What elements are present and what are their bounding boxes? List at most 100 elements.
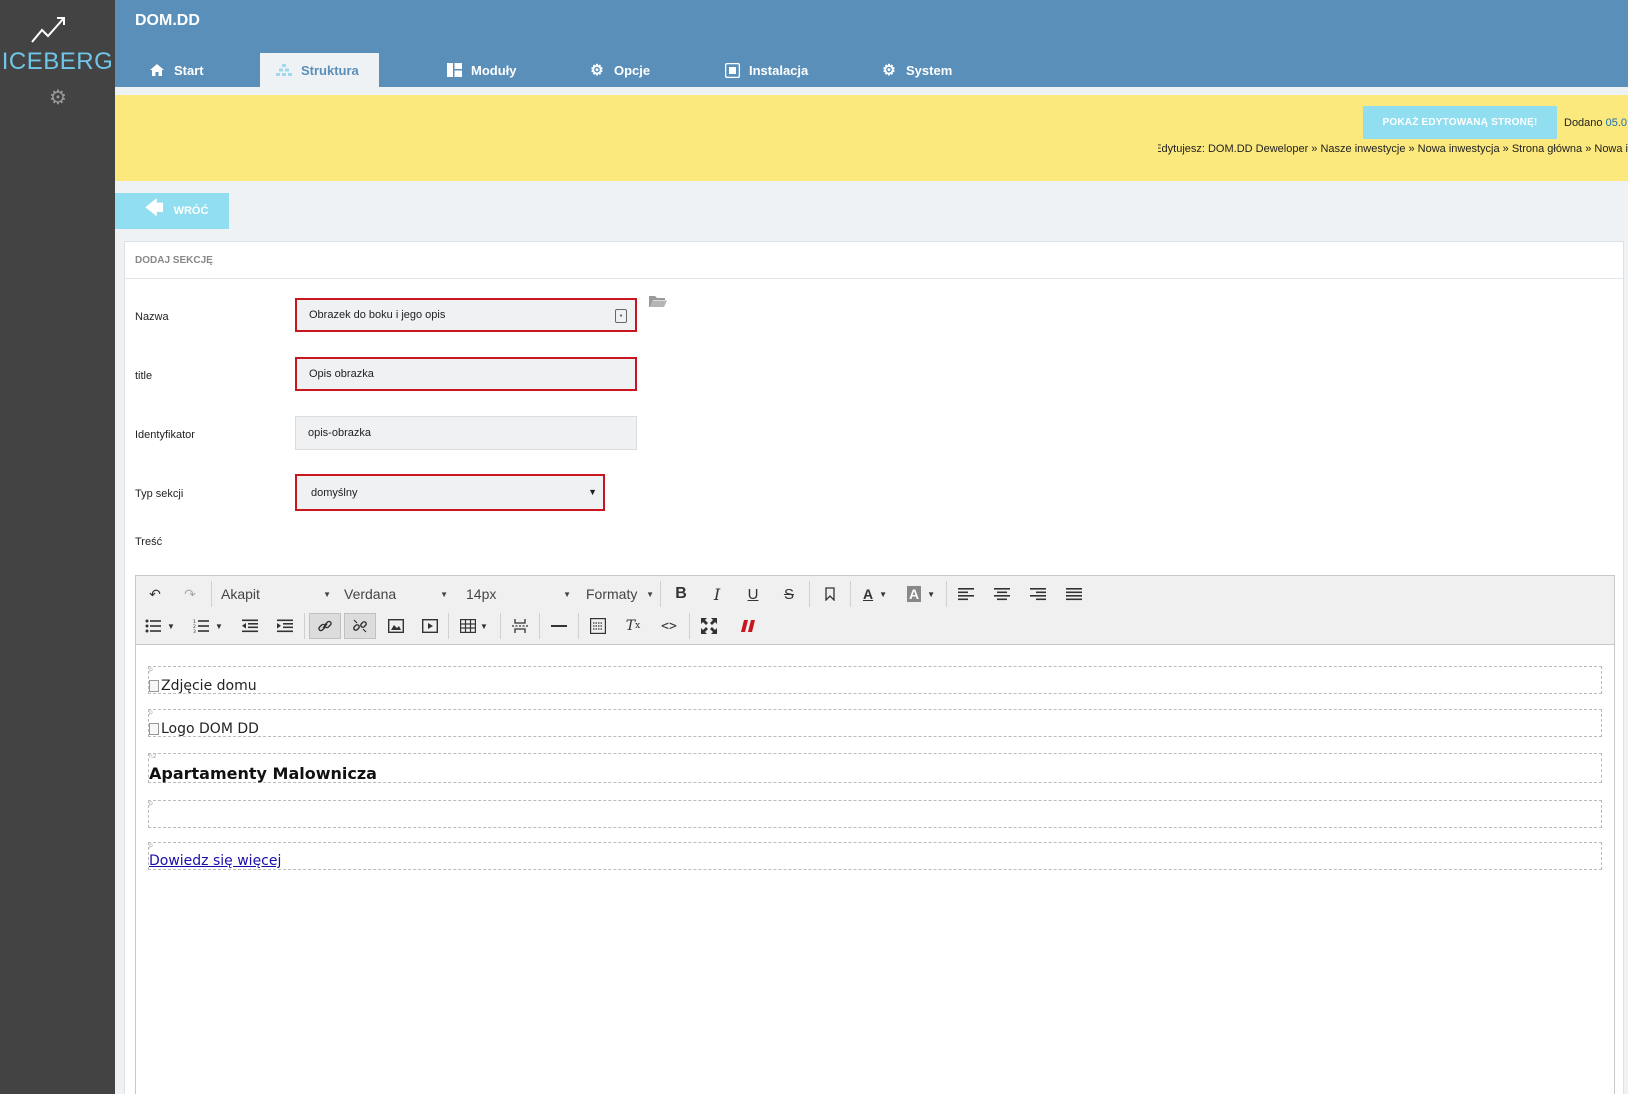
bookmark-icon[interactable] — [816, 581, 844, 607]
text-color-icon[interactable]: A ▼ — [855, 581, 895, 607]
toolbar-separator — [809, 581, 810, 607]
calculator-icon[interactable]: ▪ — [615, 309, 627, 323]
content-label: Treść — [135, 536, 163, 548]
broken-image-icon — [149, 680, 159, 692]
identifier-field[interactable]: opis-obrazka — [295, 416, 637, 450]
block-tag: p — [149, 842, 153, 849]
show-edited-page-button[interactable]: POKAŻ EDYTOWANĄ STRONĘ! — [1363, 106, 1557, 139]
align-justify-icon[interactable] — [1060, 581, 1088, 607]
formats-select[interactable]: Formaty ▼ — [586, 581, 654, 607]
align-left-icon[interactable] — [952, 581, 980, 607]
empty-paragraph-block[interactable]: p — [148, 800, 1602, 828]
arrow-left-icon: 🡄 — [145, 198, 164, 218]
redo-icon[interactable]: ↷ — [176, 581, 204, 607]
format-select-value: Akapit — [221, 586, 260, 602]
indent-icon[interactable] — [271, 613, 299, 639]
learn-more-link[interactable]: Dowiedz się więcej — [149, 853, 281, 869]
paragraph-block[interactable]: p Logo DOM DD — [148, 709, 1602, 737]
link-icon[interactable] — [309, 613, 341, 639]
tab-struktura[interactable]: Struktura — [260, 53, 379, 87]
editor-content-area[interactable]: p Zdjęcie domu p Logo DOM DD h2 Apartame… — [136, 645, 1614, 1094]
outdent-icon[interactable] — [236, 613, 264, 639]
tab-moduly[interactable]: Moduły — [430, 53, 533, 87]
numbered-list-icon[interactable]: 123 ▼ — [189, 613, 227, 639]
install-icon — [724, 62, 740, 78]
title-field[interactable]: Opis obrazka — [295, 357, 637, 391]
added-date-text: Dodano 05.0 — [1564, 117, 1627, 129]
heading-block[interactable]: h2 Apartamenty Malownicza — [148, 753, 1602, 783]
background-color-icon[interactable]: A ▼ — [901, 581, 941, 607]
table-icon[interactable]: ▼ — [454, 613, 494, 639]
image-icon[interactable] — [382, 613, 410, 639]
name-field[interactable]: Obrazek do boku i jego opis ▪ — [295, 298, 637, 332]
title-field-value: Opis obrazka — [309, 368, 374, 380]
edit-notice-bar: POKAŻ EDYTOWANĄ STRONĘ! Dodano 05.0 Edyt… — [115, 95, 1628, 181]
format-select[interactable]: Akapit ▼ — [221, 581, 331, 607]
tab-label: Struktura — [301, 62, 359, 78]
caret-down-icon: ▼ — [588, 487, 597, 497]
breadcrumb[interactable]: Edytujesz: DOM.DD Deweloper » Nasze inwe… — [1158, 143, 1628, 155]
align-center-icon[interactable] — [988, 581, 1016, 607]
italic-icon[interactable]: I — [703, 581, 731, 607]
editor-toolbar: ↶ ↷ Akapit ▼ Verdana ▼ 14px ▼ Formaty ▼ B I … — [136, 576, 1614, 645]
undo-icon[interactable]: ↶ — [141, 581, 169, 607]
chart-line-icon — [31, 17, 65, 43]
visual-blocks-icon[interactable] — [584, 613, 612, 639]
title-label: title — [135, 370, 153, 382]
toolbar-separator — [660, 581, 661, 607]
section-type-select[interactable]: domyślny ▼ — [295, 474, 605, 511]
underline-icon[interactable]: U — [739, 581, 767, 607]
logo-image[interactable]: Logo DOM DD — [149, 721, 259, 737]
formats-value: Formaty — [586, 586, 638, 602]
caret-down-icon: ▼ — [563, 589, 571, 599]
logo-text[interactable]: ICEBERG — [0, 48, 115, 76]
tab-opcje[interactable]: ⚙ Opcje — [573, 53, 666, 87]
horizontal-rule-icon[interactable] — [545, 613, 573, 639]
house-photo-image[interactable]: Zdjęcie domu — [149, 678, 257, 694]
caret-down-icon: ▼ — [440, 589, 448, 599]
strikethrough-icon[interactable]: S — [775, 581, 803, 607]
toolbar-separator — [500, 613, 501, 639]
panel-heading: DODAJ SEKCJĘ — [125, 242, 1623, 279]
toolbar-separator — [448, 613, 449, 639]
toolbar-separator — [689, 613, 690, 639]
font-size-select[interactable]: 14px ▼ — [466, 581, 571, 607]
bullet-list-icon[interactable]: ▼ — [141, 613, 179, 639]
tab-label: Opcje — [614, 62, 651, 78]
source-code-icon[interactable]: <> — [655, 613, 683, 639]
page-break-icon[interactable] — [506, 613, 534, 639]
bold-icon[interactable]: B — [667, 581, 695, 607]
unlink-icon[interactable] — [344, 613, 376, 639]
sidebar: ICEBERG ⚙ — [0, 0, 115, 1094]
caret-down-icon: ▼ — [646, 589, 654, 599]
svg-text:3: 3 — [193, 629, 196, 633]
block-tag: p — [149, 800, 153, 807]
tab-instalacja[interactable]: Instalacja — [708, 53, 824, 87]
tab-system[interactable]: ⚙ System — [865, 53, 968, 87]
font-select-value: Verdana — [344, 586, 397, 602]
toolbar-separator — [211, 581, 212, 607]
structure-icon — [276, 62, 292, 78]
image-alt-text: Zdjęcie domu — [161, 678, 257, 694]
back-button[interactable]: 🡄 WRÓĆ — [115, 193, 229, 229]
top-header: DOM.DD Start Struktura Moduły ⚙ Opcje In… — [115, 0, 1628, 87]
font-select[interactable]: Verdana ▼ — [344, 581, 448, 607]
rich-text-editor: ↶ ↷ Akapit ▼ Verdana ▼ 14px ▼ Formaty ▼ B I … — [135, 575, 1615, 1094]
tab-start[interactable]: Start — [133, 53, 220, 87]
block-tag: p — [149, 709, 153, 716]
add-section-panel: DODAJ SEKCJĘ Nazwa Obrazek do boku i jeg… — [124, 241, 1624, 1094]
section-type-value: domyślny — [311, 486, 358, 499]
folder-open-icon[interactable] — [648, 294, 668, 308]
main-tabs: Start Struktura Moduły ⚙ Opcje Instalacj… — [115, 53, 1628, 87]
gear-icon[interactable]: ⚙ — [48, 88, 68, 108]
block-tag: h2 — [149, 753, 157, 760]
clear-formatting-icon[interactable]: Tx — [619, 613, 647, 639]
paragraph-block[interactable]: p Zdjęcie domu — [148, 666, 1602, 694]
media-icon[interactable] — [416, 613, 444, 639]
paragraph-block[interactable]: p Dowiedz się więcej — [148, 842, 1602, 870]
align-right-icon[interactable] — [1024, 581, 1052, 607]
fullscreen-icon[interactable] — [695, 613, 723, 639]
identifier-label: Identyfikator — [135, 429, 195, 441]
back-button-label: WRÓĆ — [173, 205, 209, 217]
quote-icon[interactable] — [734, 613, 762, 639]
